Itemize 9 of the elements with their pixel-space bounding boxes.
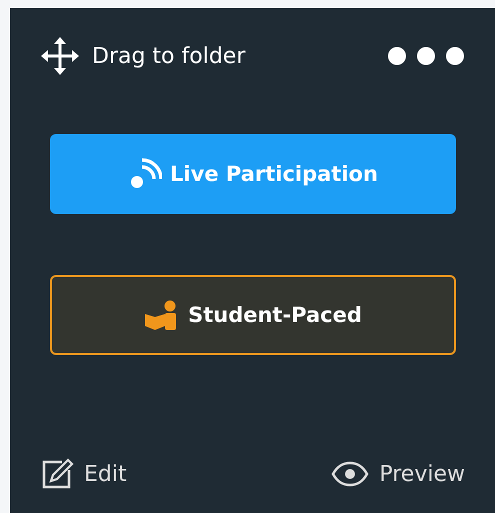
broadcast-icon	[128, 157, 162, 191]
preview-button[interactable]: Preview	[331, 457, 465, 491]
edit-button[interactable]: Edit	[40, 457, 127, 491]
edit-icon	[40, 457, 74, 491]
eye-icon	[331, 461, 370, 487]
move-icon	[40, 36, 80, 76]
student-paced-button[interactable]: Student-Paced	[50, 275, 456, 355]
drag-handle[interactable]: Drag to folder	[40, 36, 246, 76]
more-icon[interactable]	[387, 46, 465, 66]
